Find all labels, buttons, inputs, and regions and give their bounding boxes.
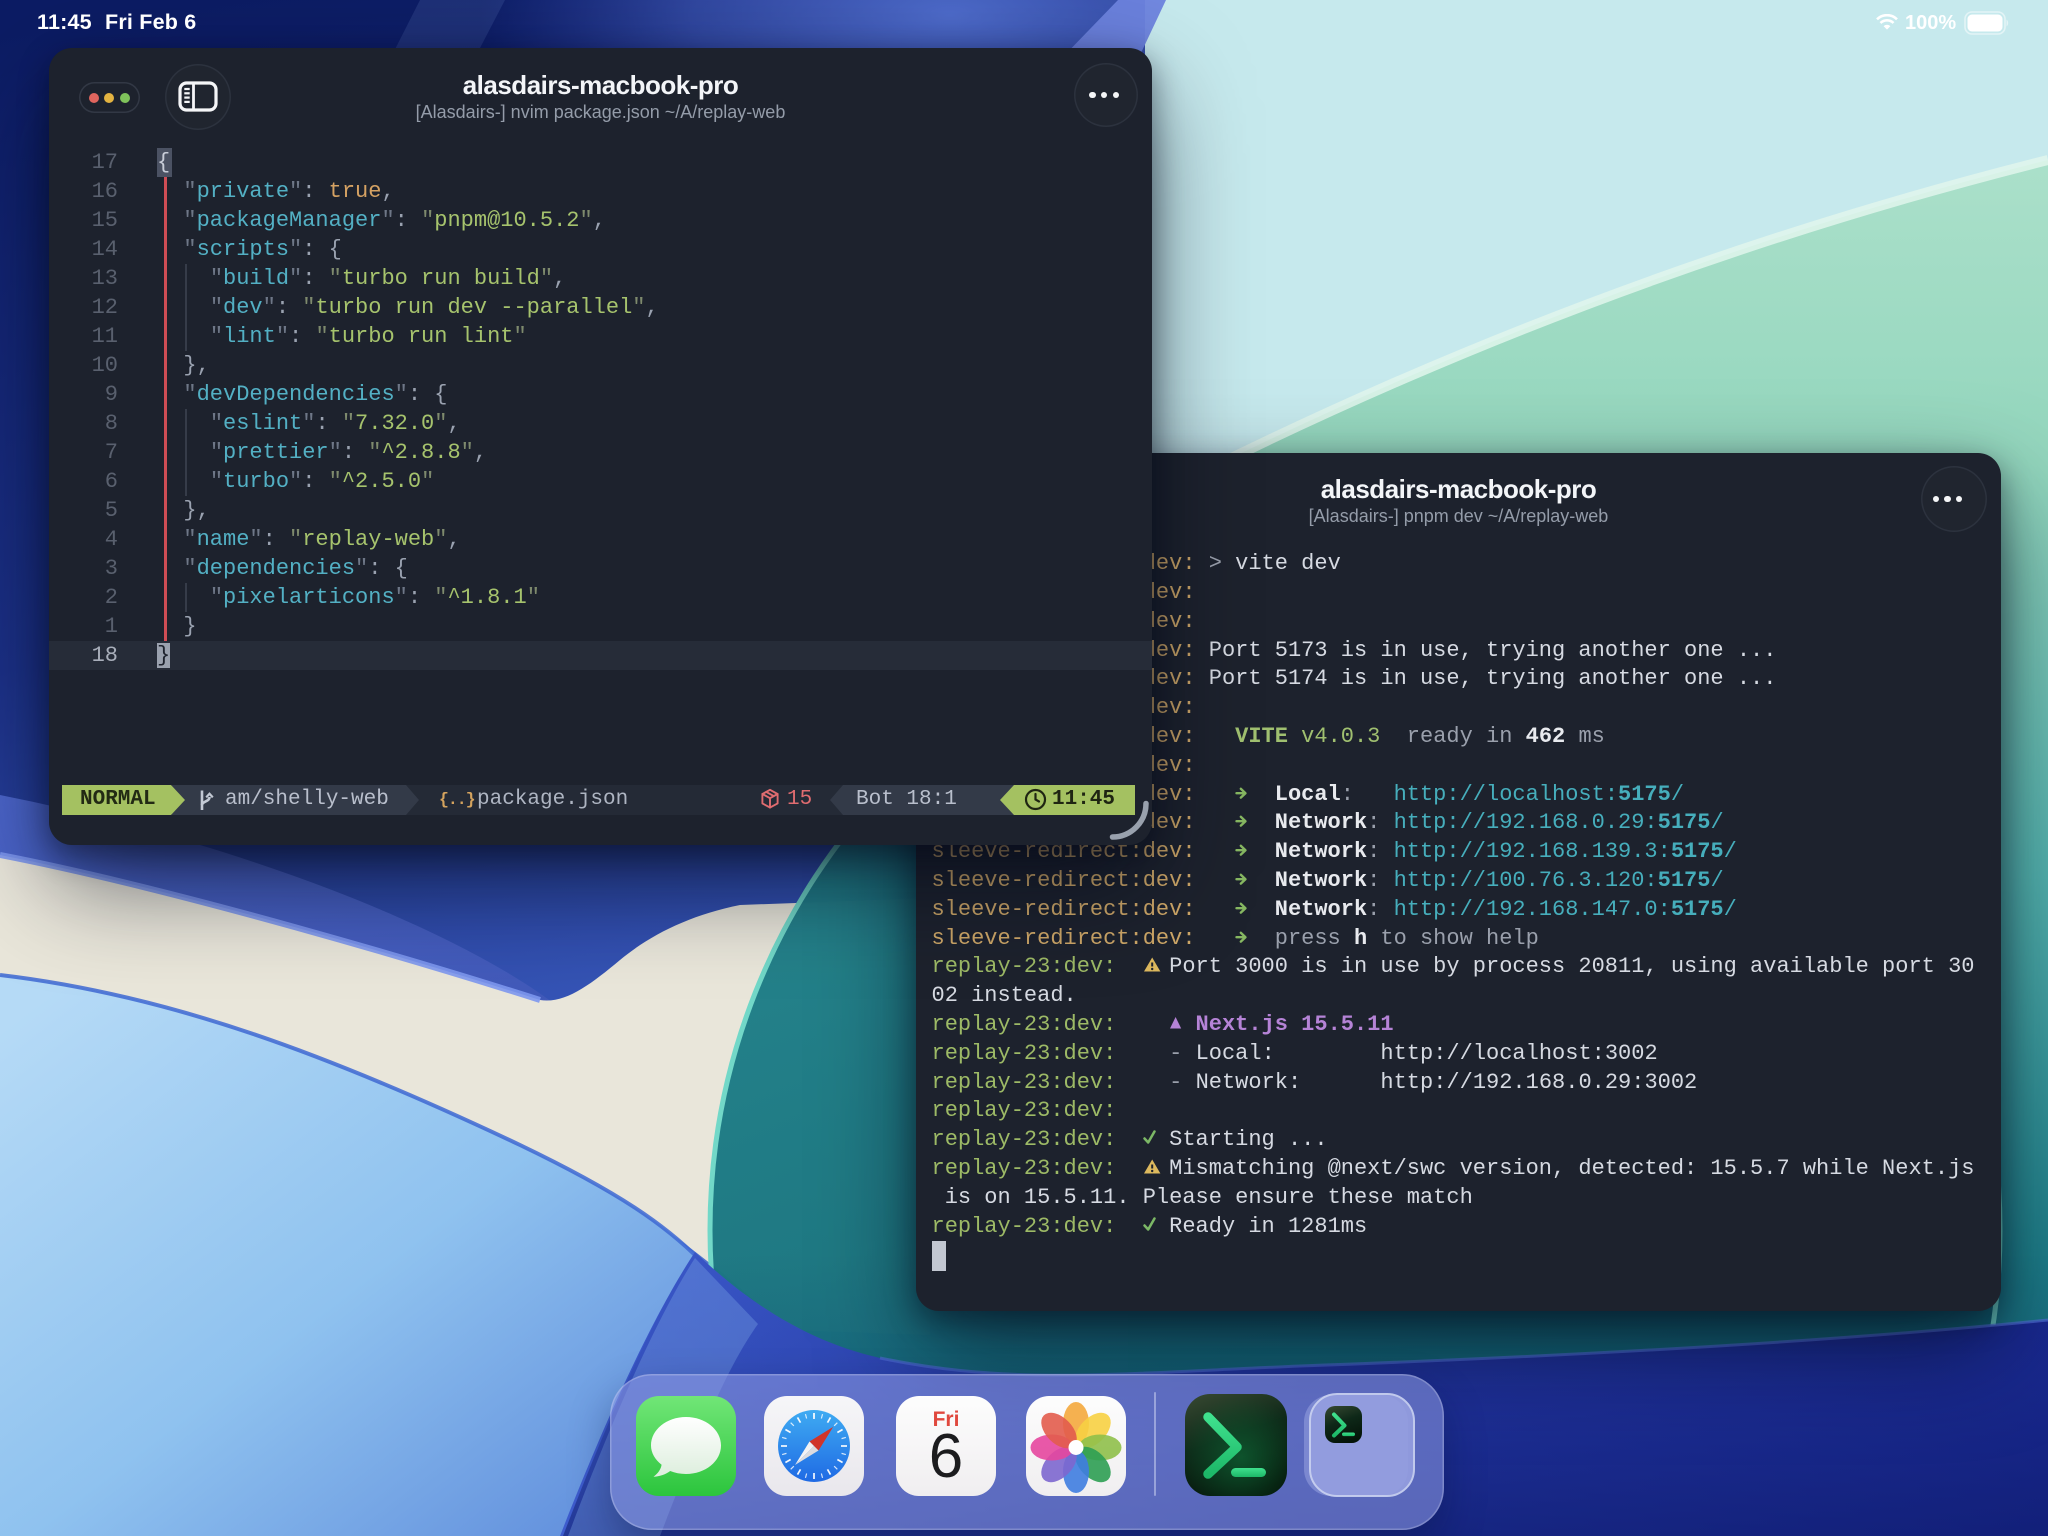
svg-text:6: 6 [929,1422,963,1491]
